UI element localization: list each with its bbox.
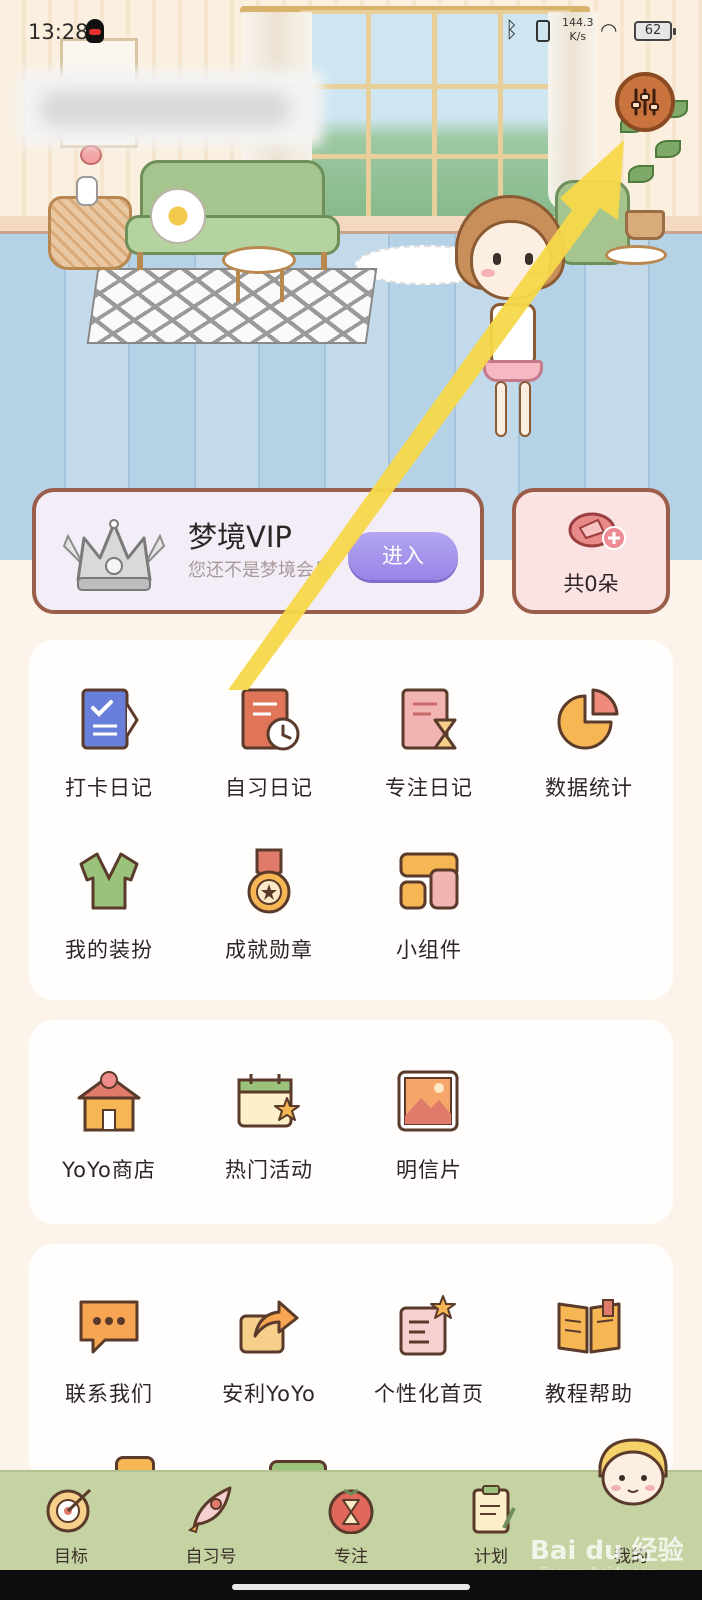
flower-cushion — [150, 188, 206, 244]
network-speed: 144.3 K/s — [562, 16, 594, 44]
tomato-hourglass-icon — [328, 1488, 374, 1534]
menu-item-study-diary[interactable]: 自习日记 — [189, 686, 349, 816]
menu-item-focus-diary[interactable]: 专注日记 — [349, 686, 509, 816]
menu-item-label: 个性化首页 — [374, 1382, 484, 1406]
bluetooth-icon: ᛒ — [505, 18, 519, 43]
settings-sliders-button[interactable] — [615, 72, 675, 132]
study-diary-icon — [241, 688, 300, 751]
menu-item-tutorial[interactable]: 教程帮助 — [509, 1292, 669, 1422]
menu-item-label: 成就勋章 — [225, 938, 313, 962]
coffee-table — [222, 246, 296, 274]
network-speed-unit: K/s — [569, 30, 587, 43]
status-time: 13:28 — [28, 20, 89, 44]
avatar-icon — [598, 1438, 668, 1506]
menu-item-label: 明信片 — [396, 1158, 462, 1182]
network-speed-value: 144.3 — [562, 16, 594, 29]
rocket-icon — [187, 1486, 232, 1534]
chat-bubble-icon — [79, 1300, 139, 1354]
vip-enter-button[interactable]: 进入 — [348, 532, 458, 580]
menu-item-label: 数据统计 — [545, 776, 633, 800]
checkin-diary-icon — [81, 688, 139, 750]
home-indicator[interactable] — [232, 1584, 470, 1590]
account-name-blurred — [40, 92, 290, 126]
share-icon — [239, 1300, 299, 1354]
vip-subtitle: 您还不是梦境会员 — [188, 560, 332, 581]
menu-card-records: 打卡日记 自习日记 专注日记 数据统计 我的装扮 成就勋章 小组件 — [29, 640, 673, 1000]
checkered-rug — [86, 268, 378, 344]
menu-item-events[interactable]: 热门活动 — [189, 1068, 349, 1198]
flower-count: 共0朵 — [563, 572, 619, 596]
nav-tab-focus[interactable]: 专注 — [296, 1472, 406, 1572]
menu-item-shop[interactable]: YoYo商店 — [29, 1068, 189, 1198]
baidu-watermark: Bai du 经验 — [530, 1536, 684, 1566]
vip-card[interactable]: 梦境VIP 您还不是梦境会员 进入 — [32, 488, 484, 614]
menu-item-label: YoYo商店 — [62, 1158, 156, 1182]
menu-item-share[interactable]: 安利YoYo — [189, 1292, 349, 1422]
menu-item-statistics[interactable]: 数据统计 — [509, 686, 669, 816]
vip-title: 梦境VIP — [188, 520, 292, 554]
focus-diary-icon — [401, 688, 457, 750]
menu-item-checkin-diary[interactable]: 打卡日记 — [29, 686, 189, 816]
rose-decor — [80, 145, 102, 165]
crown-icon — [62, 519, 166, 591]
menu-item-customize-home[interactable]: 个性化首页 — [349, 1292, 509, 1422]
widget-icon — [399, 852, 459, 910]
menu-item-label: 联系我们 — [65, 1382, 153, 1406]
menu-item-label: 小组件 — [396, 938, 462, 962]
battery-indicator: 62 — [634, 21, 676, 41]
target-icon — [46, 1488, 92, 1533]
flower-add-icon — [568, 512, 626, 550]
medal-icon — [247, 848, 291, 914]
menu-item-contact[interactable]: 联系我们 — [29, 1292, 189, 1422]
shop-icon — [77, 1071, 141, 1132]
vibrate-icon — [536, 20, 550, 42]
menu-item-outfit[interactable]: 我的装扮 — [29, 848, 189, 978]
qq-notification-icon — [86, 19, 104, 43]
postcard-icon — [397, 1070, 459, 1132]
menu-item-postcard[interactable]: 明信片 — [349, 1068, 509, 1198]
sliders-icon — [631, 88, 659, 116]
menu-card-activities: YoYo商店 热门活动 明信片 — [29, 1020, 673, 1224]
clipboard-icon — [472, 1485, 516, 1534]
vase — [76, 176, 98, 206]
menu-item-medals[interactable]: 成就勋章 — [189, 848, 349, 978]
menu-item-label: 教程帮助 — [545, 1382, 633, 1406]
menu-item-label: 热门活动 — [225, 1158, 313, 1182]
menu-item-label: 专注日记 — [385, 776, 473, 800]
nav-label: 目标 — [54, 1547, 88, 1567]
book-icon — [557, 1299, 621, 1354]
menu-item-widgets[interactable]: 小组件 — [349, 848, 509, 978]
wicker-side-table — [48, 196, 132, 270]
pie-chart-icon — [557, 688, 619, 750]
mini-table — [605, 245, 667, 265]
nav-label: 自习号 — [185, 1547, 237, 1567]
yoyo-character[interactable] — [445, 195, 595, 455]
wifi-icon: ◠ — [600, 18, 618, 42]
menu-item-label: 自习日记 — [225, 776, 313, 800]
nav-label: 专注 — [334, 1547, 368, 1567]
nav-tab-study-room[interactable]: 自习号 — [156, 1472, 266, 1572]
status-bar: 13:28 ᛒ 144.3 K/s ◠ 62 — [0, 0, 702, 62]
calendar-star-icon — [237, 1074, 300, 1128]
menu-card-more: 联系我们 安利YoYo 个性化首页 教程帮助 — [29, 1244, 673, 1484]
menu-item-label: 我的装扮 — [65, 938, 153, 962]
outfit-icon — [79, 852, 139, 910]
menu-item-label: 安利YoYo — [222, 1382, 316, 1406]
nav-tab-target[interactable]: 目标 — [16, 1472, 126, 1572]
menu-item-label: 打卡日记 — [65, 776, 153, 800]
flower-count-card[interactable]: 共0朵 — [512, 488, 670, 614]
customize-icon — [399, 1295, 456, 1356]
